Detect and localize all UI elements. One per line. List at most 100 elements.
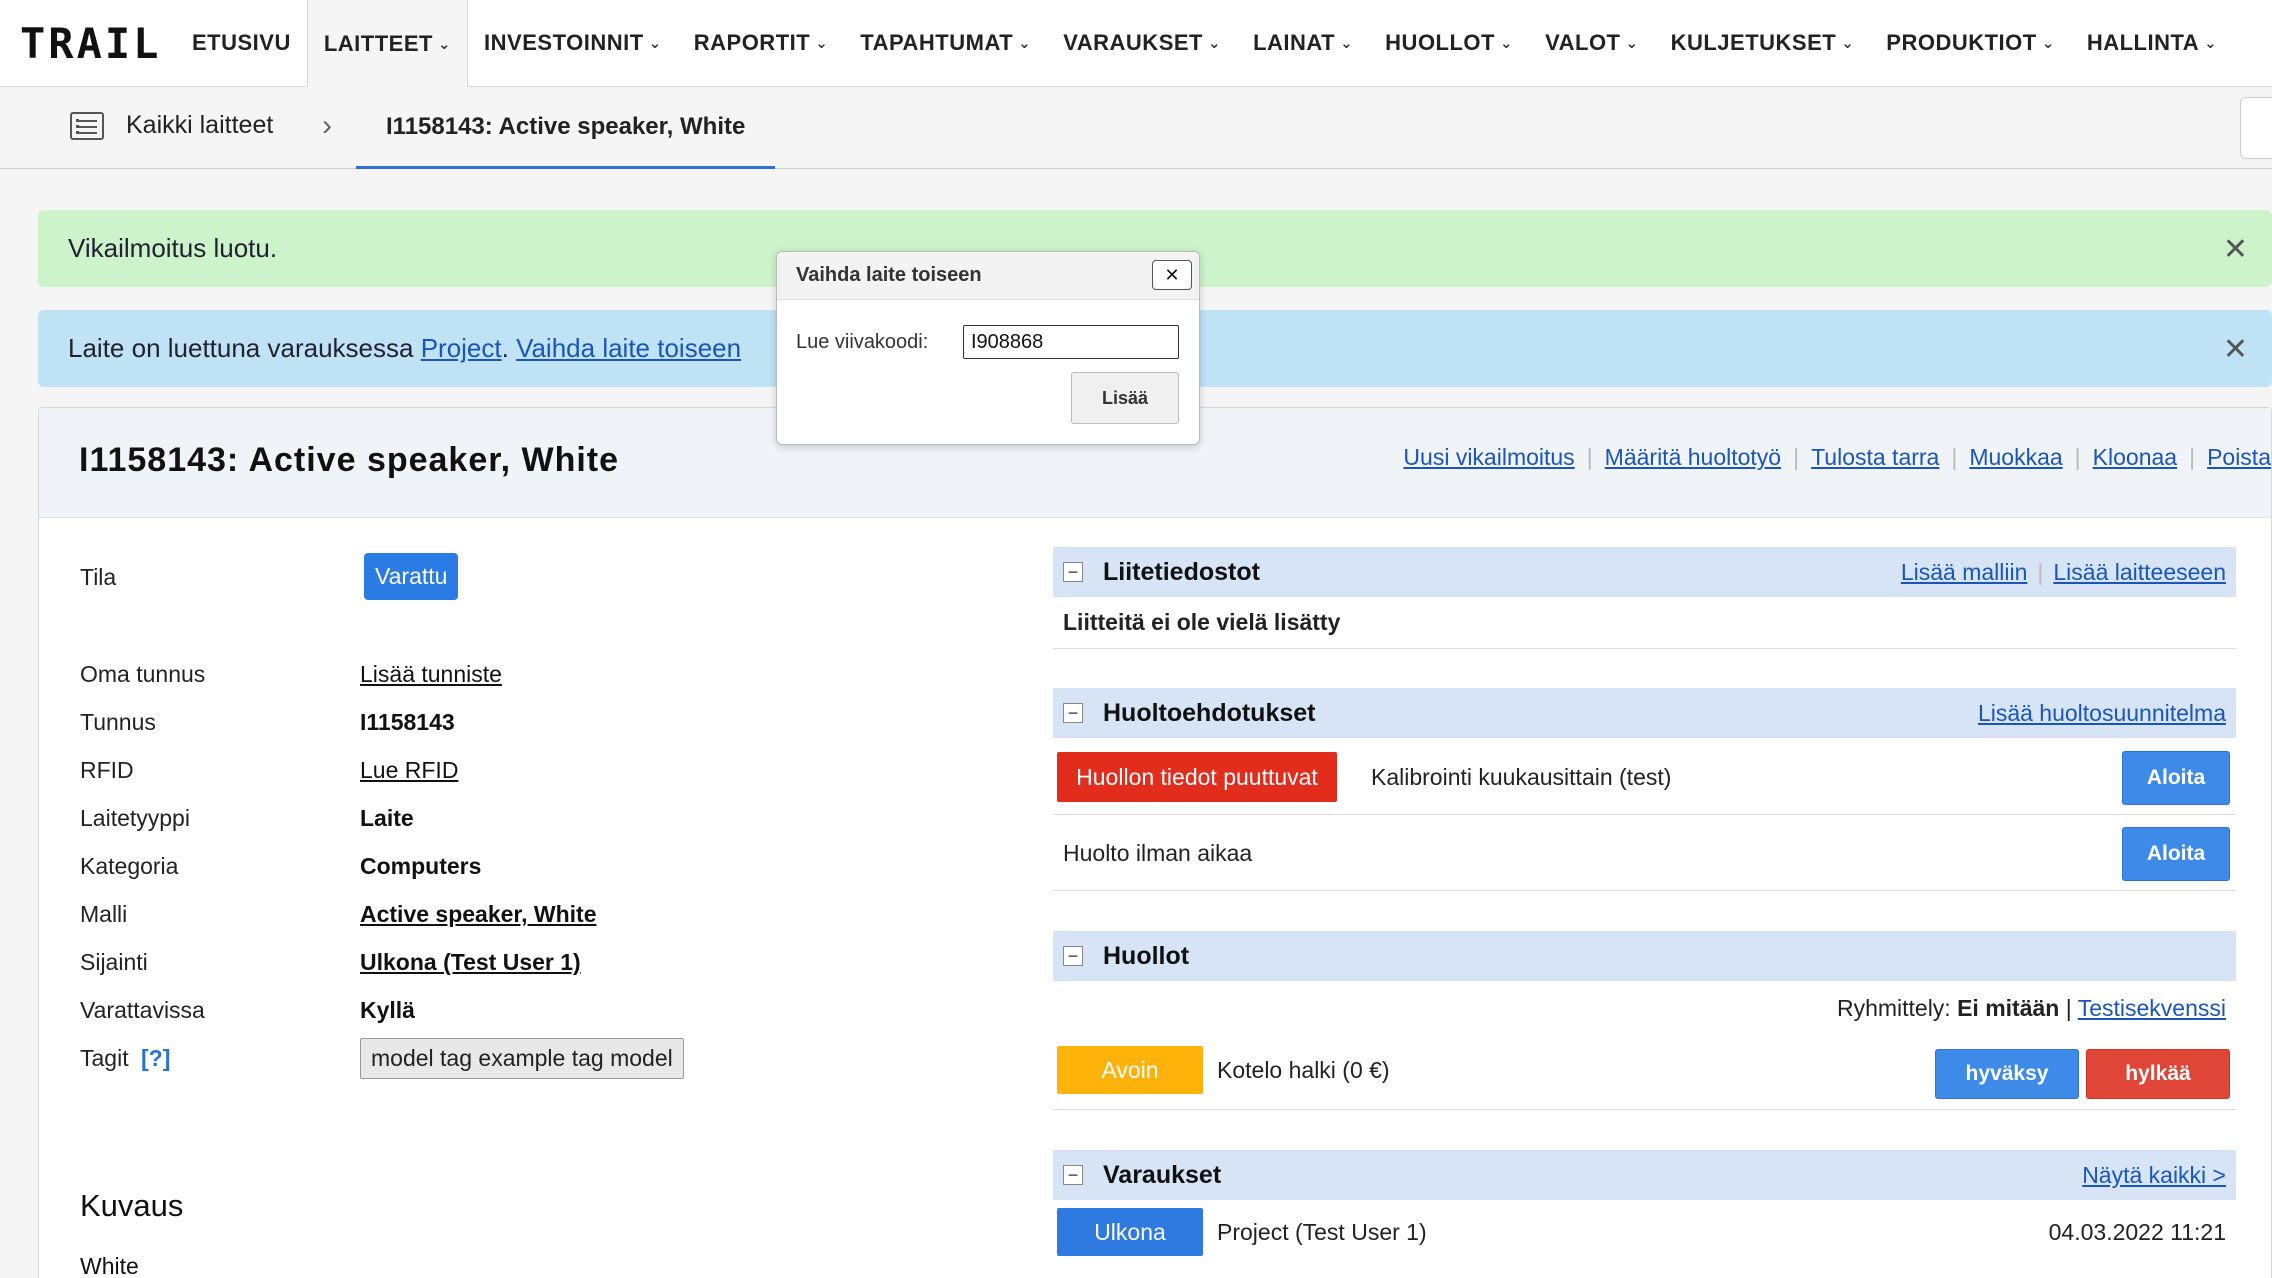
collapse-icon[interactable]: − xyxy=(1063,1165,1083,1185)
chevron-down-icon: ⌄ xyxy=(1018,35,1032,52)
maintenance-suggestions-links: Lisää huoltosuunnitelma xyxy=(1978,700,2226,727)
chevron-down-icon: ⌄ xyxy=(2041,35,2055,52)
nav-item-kuljetukset[interactable]: KULJETUKSET ⌄ xyxy=(1655,0,1871,86)
location-label: Sijainti xyxy=(80,949,148,975)
barcode-input[interactable] xyxy=(963,325,1179,359)
dialog-header: Vaihda laite toiseen ✕ xyxy=(777,252,1199,300)
open-status-badge: Avoin xyxy=(1057,1046,1203,1094)
collapse-icon[interactable]: − xyxy=(1063,562,1083,582)
chevron-down-icon: ⌄ xyxy=(1500,35,1514,52)
attachments-empty-text: Liitteitä ei ole vielä lisätty xyxy=(1063,609,1341,635)
outside-status-badge: Ulkona xyxy=(1057,1208,1203,1256)
maintenance-suggestions-title: Huoltoehdotukset xyxy=(1103,698,1316,727)
chevron-down-icon: ⌄ xyxy=(2204,35,2218,52)
start-button[interactable]: Aloita xyxy=(2122,751,2230,805)
type-value: Laite xyxy=(360,805,414,831)
nav-item-label: HALLINTA xyxy=(2086,30,2200,55)
suggestion-text: Kalibrointi kuukausittain (test) xyxy=(1371,764,1672,790)
add-to-device-link[interactable]: Lisää laitteeseen xyxy=(2053,559,2226,586)
separator: | xyxy=(2189,444,2196,470)
nav-item-varaukset[interactable]: VARAUKSET ⌄ xyxy=(1047,0,1237,86)
edit-link[interactable]: Muokkaa xyxy=(1969,444,2062,471)
print-label-link[interactable]: Tulosta tarra xyxy=(1811,444,1939,471)
show-all-link[interactable]: Näytä kaikki > xyxy=(2082,1162,2226,1189)
close-icon[interactable]: ✕ xyxy=(2223,332,2248,367)
clone-link[interactable]: Kloonaa xyxy=(2093,444,2177,471)
close-icon[interactable]: ✕ xyxy=(2223,232,2248,267)
test-sequence-link[interactable]: Testisekvenssi xyxy=(2078,995,2226,1021)
nav-item-laitteet[interactable]: LAITTEET ⌄ xyxy=(306,0,469,88)
maintenance-suggestions-header: − Huoltoehdotukset Lisää huoltosuunnitel… xyxy=(1053,688,2236,738)
collapse-icon[interactable]: − xyxy=(1063,703,1083,723)
grouping-value: Ei mitään xyxy=(1957,995,2060,1021)
nav-item-tapahtumat[interactable]: TAPAHTUMAT ⌄ xyxy=(844,0,1047,86)
separator: | xyxy=(2074,444,2081,470)
reservation-project[interactable]: Project (Test User 1) xyxy=(1217,1219,1427,1246)
success-alert-text: Vikailmoitus luotu. xyxy=(68,233,278,263)
change-device-link[interactable]: Vaihda laite toiseen xyxy=(516,333,741,364)
add-identifier-link[interactable]: Lisää tunniste xyxy=(360,661,502,688)
reject-button[interactable]: hylkää xyxy=(2086,1049,2230,1099)
delete-link[interactable]: Poista xyxy=(2207,444,2271,471)
collapse-icon[interactable]: − xyxy=(1063,946,1083,966)
divider xyxy=(1053,1109,2236,1110)
project-link[interactable]: Project xyxy=(421,333,502,364)
nav-item-label: ETUSIVU xyxy=(192,30,291,55)
tags-label: Tagit xyxy=(80,1045,129,1071)
close-icon[interactable]: ✕ xyxy=(1152,260,1192,290)
attachments-links: Lisää malliin | Lisää laitteeseen xyxy=(1901,559,2226,586)
device-actions: Uusi vikailmoitus | Määritä huoltotyö | … xyxy=(1403,444,2271,471)
nav-item-raportit[interactable]: RAPORTIT ⌄ xyxy=(678,0,845,86)
nav-item-label: INVESTOINNIT xyxy=(484,30,644,55)
assign-maintenance-link[interactable]: Määritä huoltotyö xyxy=(1605,444,1781,471)
nav-item-label: PRODUKTIOT xyxy=(1886,30,2037,55)
divider xyxy=(1053,814,2236,815)
category-label: Kategoria xyxy=(80,853,179,879)
tags-label-row: Tagit [?] xyxy=(80,1045,170,1072)
add-button[interactable]: Lisää xyxy=(1071,372,1179,424)
grouping-label: Ryhmittely: xyxy=(1836,995,1951,1021)
approve-button[interactable]: hyväksy xyxy=(1935,1049,2079,1099)
breadcrumb-all-devices[interactable]: Kaikki laitteet xyxy=(70,111,273,140)
search-box-edge[interactable] xyxy=(2240,97,2272,159)
nav-item-produktiot[interactable]: PRODUKTIOT ⌄ xyxy=(1870,0,2071,86)
breadcrumb-current[interactable]: I1158143: Active speaker, White xyxy=(356,87,776,169)
new-fault-report-link[interactable]: Uusi vikailmoitus xyxy=(1403,444,1574,471)
nav-item-investoinnit[interactable]: INVESTOINNIT ⌄ xyxy=(468,0,678,86)
tags-help-link[interactable]: [?] xyxy=(141,1045,170,1071)
nav-item-valot[interactable]: VALOT ⌄ xyxy=(1529,0,1655,86)
start-button[interactable]: Aloita xyxy=(2122,827,2230,881)
trail-logo[interactable]: TRAIL xyxy=(0,0,176,86)
dialog-title: Vaihda laite toiseen xyxy=(796,264,982,286)
nav-item-lainat[interactable]: LAINAT ⌄ xyxy=(1237,0,1369,86)
device-card: I1158143: Active speaker, White Uusi vik… xyxy=(38,407,2272,1278)
attachments-title: Liitetiedostot xyxy=(1103,557,1260,586)
grouping-separator: | xyxy=(2065,995,2072,1021)
top-navigation: TRAIL ETUSIVU LAITTEET ⌄ INVESTOINNIT ⌄ … xyxy=(0,0,2272,88)
maintenance-text: Kotelo halki (0 €) xyxy=(1217,1057,1390,1083)
barcode-label: Lue viivakoodi: xyxy=(796,331,929,353)
add-to-model-link[interactable]: Lisää malliin xyxy=(1901,559,2028,586)
description-text: White xyxy=(80,1253,139,1278)
add-maintenance-plan-link[interactable]: Lisää huoltosuunnitelma xyxy=(1978,700,2226,727)
chevron-down-icon: ⌄ xyxy=(648,35,662,52)
status-badge: Varattu xyxy=(364,553,459,600)
description-title: Kuvaus xyxy=(80,1188,184,1223)
nav-item-etusivu[interactable]: ETUSIVU xyxy=(176,0,307,86)
attachments-header: − Liitetiedostot Lisää malliin | Lisää l… xyxy=(1053,547,2236,597)
nav-item-hallinta[interactable]: HALLINTA ⌄ xyxy=(2071,0,2233,86)
reservable-value: Kyllä xyxy=(360,997,415,1023)
chevron-down-icon: ⌄ xyxy=(1207,35,1222,52)
nav-item-label: LAITTEET xyxy=(323,31,433,56)
reservations-header: − Varaukset Näytä kaikki > xyxy=(1053,1150,2236,1200)
location-link[interactable]: Ulkona (Test User 1) xyxy=(360,949,581,976)
info-alert-prefix: Laite on luettuna varauksessa xyxy=(68,333,421,363)
model-link[interactable]: Active speaker, White xyxy=(360,901,597,928)
nav-item-label: VARAUKSET xyxy=(1063,30,1203,55)
nav-item-huollot[interactable]: HUOLLOT ⌄ xyxy=(1369,0,1529,86)
tag-chip[interactable]: model tag example tag model xyxy=(360,1038,684,1079)
nav-item-label: VALOT xyxy=(1545,30,1621,55)
nav-item-label: TAPAHTUMAT xyxy=(860,30,1014,55)
status-label: Tila xyxy=(80,564,117,590)
read-rfid-link[interactable]: Lue RFID xyxy=(360,757,458,784)
